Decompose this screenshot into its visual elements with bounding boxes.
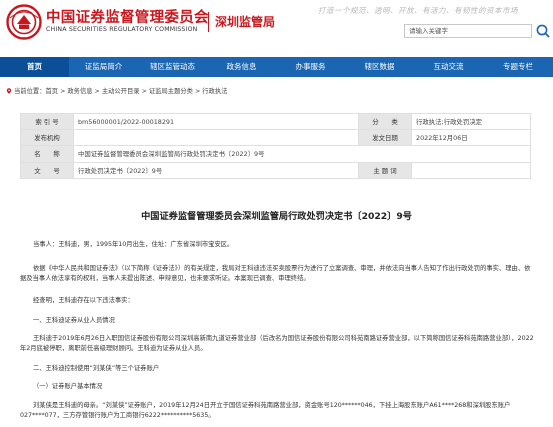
category-value: 行政执法;行政处罚决定 xyxy=(411,112,531,131)
slogan: 打造一个规范、透明、开放、有活力、有韧性的资本市场 xyxy=(318,6,518,15)
nav-item-services[interactable]: 办事服务 xyxy=(276,57,345,77)
date-label: 发文日期 xyxy=(358,129,412,147)
org-name-cn: 中国证券监督管理委员会 xyxy=(46,10,209,26)
table-row: 名 称 中国证券监督管理委员会深圳监管局行政处罚决定书〔2022〕9号 xyxy=(20,145,531,163)
header-divider xyxy=(208,12,209,32)
name-value: 中国证券监督管理委员会深圳监管局行政处罚决定书〔2022〕9号 xyxy=(73,145,531,163)
publisher-label: 发布机构 xyxy=(20,129,74,147)
section-heading-2: 二、王科迪控制使用“刘某侠”等三个证券账户 xyxy=(33,365,160,372)
site-header: 中国证券监督管理委员会 CHINA SECURITIES REGULATORY … xyxy=(0,0,553,48)
document-title: 中国证券监督管理委员会深圳监管局行政处罚决定书〔2022〕9号 xyxy=(141,211,412,222)
location-pin-icon xyxy=(6,88,12,94)
table-row: 发布机构 发文日期 2022年12月06日 xyxy=(20,129,531,147)
nav-item-home[interactable]: 首页 xyxy=(0,57,69,77)
breadcrumb-path[interactable]: 首页 > 政务信息 > 主动公开目录 > 证监局主题分类 > 行政执法 xyxy=(45,88,227,95)
publisher-value xyxy=(73,129,359,147)
nav-item-interaction[interactable]: 互动交流 xyxy=(414,57,483,77)
nav-item-topics[interactable]: 专题专栏 xyxy=(483,57,553,77)
search-input[interactable]: 请输入关键字 xyxy=(404,24,532,38)
table-row: 索 引 号 bm56000001/2022-00018291 分 类 行政执法;… xyxy=(20,112,531,131)
nav-item-about[interactable]: 证监局简介 xyxy=(69,57,138,77)
breadcrumb-prefix: 当前位置： xyxy=(14,88,46,95)
subsection-heading: （一）证券账户基本情况 xyxy=(33,383,103,390)
bureau-name: 深圳监管局 xyxy=(215,15,276,29)
csrc-emblem-icon[interactable] xyxy=(6,4,42,40)
basis-paragraph: 依据《中华人民共和国证券法》（以下简称《证券法》）的有关规定，我局对王科迪违法买… xyxy=(20,265,531,283)
category-label: 分 类 xyxy=(358,112,412,131)
main-nav: 首页 证监局简介 辖区监管动态 政务信息 办事服务 辖区数据 互动交流 专题专栏 xyxy=(0,57,553,77)
document-info-table: 索 引 号 bm56000001/2022-00018291 分 类 行政执法;… xyxy=(20,112,531,179)
employment-paragraph: 王科迪于2019年6月26日入职国信证券股份有限公司深圳高新南九道证券营业部（后… xyxy=(20,335,534,353)
section-heading-1: 一、王科迪证券从业人员情况 xyxy=(33,317,115,324)
nav-item-gov-info[interactable]: 政务信息 xyxy=(207,57,276,77)
party-paragraph: 当事人：王科迪，男，1995年10月出生，住址：广东省深圳市宝安区。 xyxy=(33,241,234,248)
table-row: 文 号 行政处罚决定书〔2022〕9号 主 题 词 xyxy=(20,161,531,179)
index-label: 索 引 号 xyxy=(20,112,74,131)
index-value: bm56000001/2022-00018291 xyxy=(73,112,359,131)
account-paragraph: 刘某侠是王科迪的母亲。“刘某侠”证券账户，2019年12月24日开立于国信证券科… xyxy=(20,402,511,420)
findings-intro: 经查明，王科迪存在以下违法事实： xyxy=(33,297,134,304)
search-icon[interactable] xyxy=(535,23,551,39)
doc-no-value: 行政处罚决定书〔2022〕9号 xyxy=(73,161,359,179)
org-name-en: CHINA SECURITIES REGULATORY COMMISSION xyxy=(46,26,198,33)
nav-item-data[interactable]: 辖区数据 xyxy=(345,57,414,77)
doc-no-label: 文 号 xyxy=(20,161,74,179)
name-label: 名 称 xyxy=(20,145,74,163)
nav-item-supervision-news[interactable]: 辖区监管动态 xyxy=(138,57,207,77)
breadcrumb: 当前位置：首页 > 政务信息 > 主动公开目录 > 证监局主题分类 > 行政执法 xyxy=(6,86,227,95)
keyword-value xyxy=(411,161,531,179)
keyword-label: 主 题 词 xyxy=(358,161,412,179)
date-value: 2022年12月06日 xyxy=(411,129,531,147)
